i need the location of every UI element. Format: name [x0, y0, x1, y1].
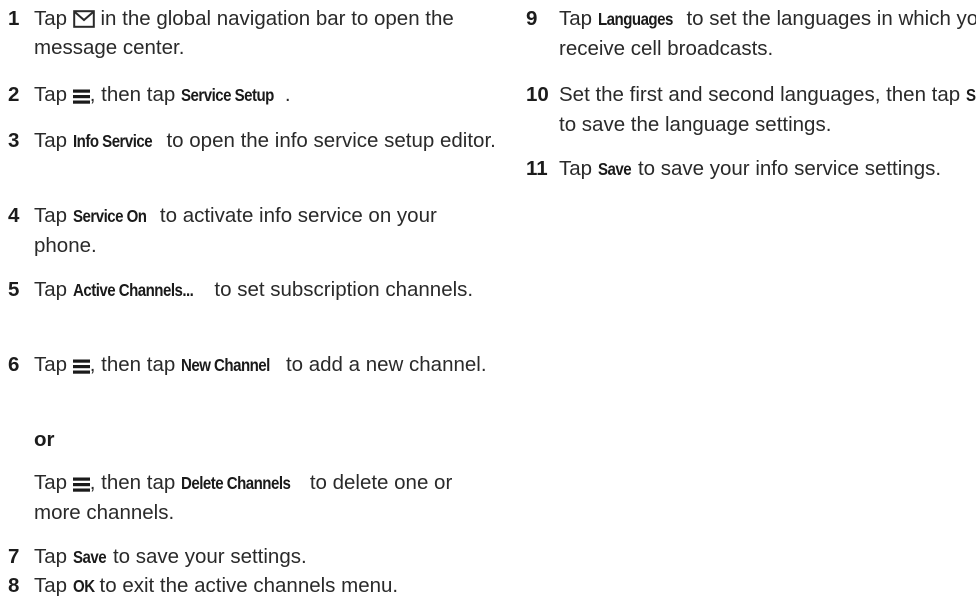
languages-label: Languages [597, 9, 673, 29]
menu-icon [72, 89, 90, 104]
delete-channels-label: Delete Channels [180, 473, 291, 493]
step-number: 4 [8, 204, 20, 227]
or-separator: or [34, 428, 55, 451]
step-text: Tap , then tap New Channel to add a new … [34, 350, 504, 380]
step-text: Tap Languages to set the languages in wh… [559, 7, 976, 60]
ok-label: OK [72, 576, 95, 596]
step-7: 7 Tap Save to save your settings. [8, 542, 504, 572]
step-text: Tap Save to save your settings. [34, 542, 504, 572]
step-6: 6 Tap , then tap New Channel to add a ne… [8, 350, 504, 380]
step-number: 9 [526, 7, 538, 30]
step-9: 9 Tap Languages to set the languages in … [526, 4, 976, 63]
service-setup-label: Service Setup [180, 85, 274, 105]
service-on-label: Service On [72, 206, 147, 226]
step-number: 8 [8, 574, 20, 597]
step-number: 5 [8, 278, 20, 301]
step-text: Set the first and second languages, then… [559, 80, 976, 139]
info-service-label: Info Service [72, 131, 153, 151]
envelope-icon [72, 10, 95, 28]
step-3: 3 Tap Info Service to open the info serv… [8, 126, 504, 156]
save-label: Save [597, 159, 632, 179]
menu-icon [72, 359, 90, 374]
step-number: 3 [8, 129, 20, 152]
step-4: 4 Tap Service On to activate info servic… [8, 201, 504, 260]
step-number: 6 [8, 353, 20, 376]
step-number: 10 [526, 83, 549, 106]
step-5: 5 Tap Active Channels... to set subscrip… [8, 275, 504, 305]
step-number: 7 [8, 545, 20, 568]
step-text: Tap Info Service to open the info servic… [34, 126, 504, 156]
step-1: 1 Tap in the global navigation bar to op… [8, 4, 504, 62]
step-text: Tap Save to save your info service setti… [559, 154, 976, 184]
step-number: 1 [8, 7, 20, 30]
step-8: 8 Tap OK to exit the active channels men… [8, 571, 504, 601]
active-channels-label: Active Channels... [72, 280, 194, 300]
save-label: Save [72, 547, 107, 567]
step-2: 2 Tap , then tap Service Setup. [8, 80, 504, 110]
menu-icon [72, 477, 90, 492]
step-number: 11 [526, 157, 548, 180]
step-text: Tap , then tap Service Setup. [34, 80, 504, 110]
step-6-alt: Tap , then tap Delete Channels to delete… [34, 471, 453, 524]
step-number: 2 [8, 83, 20, 106]
new-channel-label: New Channel [180, 355, 270, 375]
step-text: Tap in the global navigation bar to open… [34, 7, 454, 59]
step-text: Tap Active Channels... to set subscripti… [34, 275, 504, 305]
step-11: 11 Tap Save to save your info service se… [526, 154, 976, 184]
step-text: Tap Service On to activate info service … [34, 204, 437, 257]
step-10: 10 Set the first and second languages, t… [526, 80, 976, 139]
step-text: Tap OK to exit the active channels menu. [34, 571, 504, 601]
save-label: Save [965, 85, 976, 105]
